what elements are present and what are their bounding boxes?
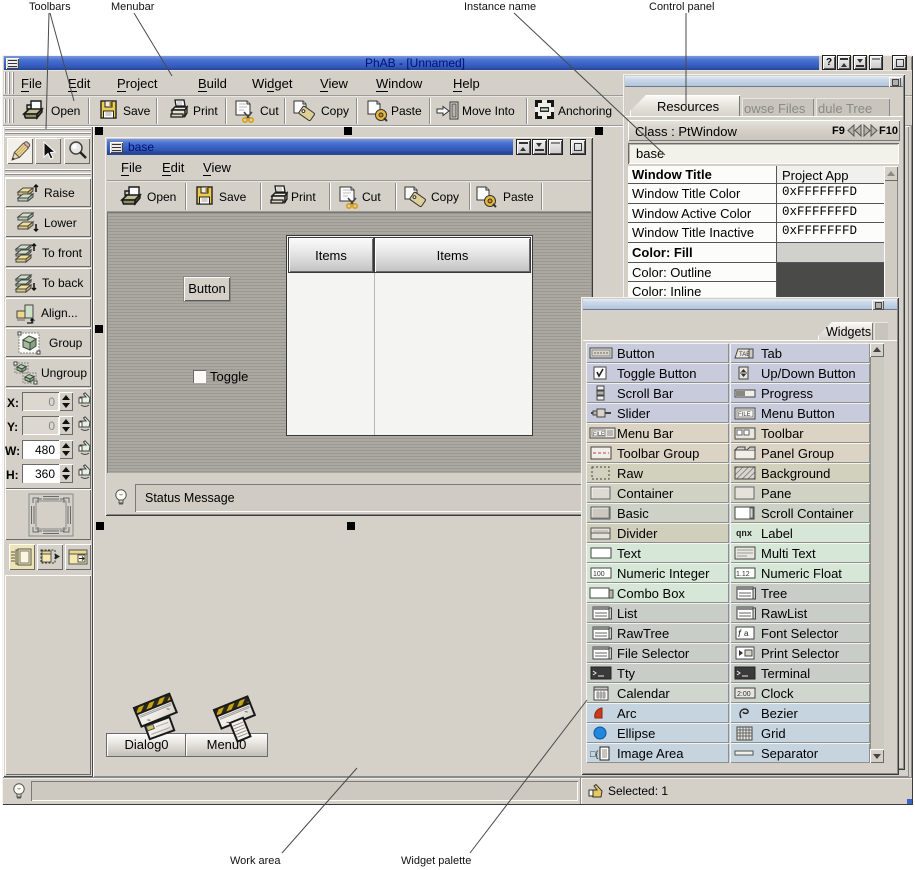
svg-text:100: 100 xyxy=(593,571,605,578)
svg-text:□{: □{ xyxy=(590,749,598,759)
svg-text:1.12: 1.12 xyxy=(736,571,750,578)
svg-text:qnx: qnx xyxy=(736,529,753,539)
svg-text:a: a xyxy=(744,629,749,638)
svg-text:FILE: FILE xyxy=(593,432,605,438)
svg-text:2:00: 2:00 xyxy=(737,691,751,698)
svg-text:FILE: FILE xyxy=(738,412,751,418)
